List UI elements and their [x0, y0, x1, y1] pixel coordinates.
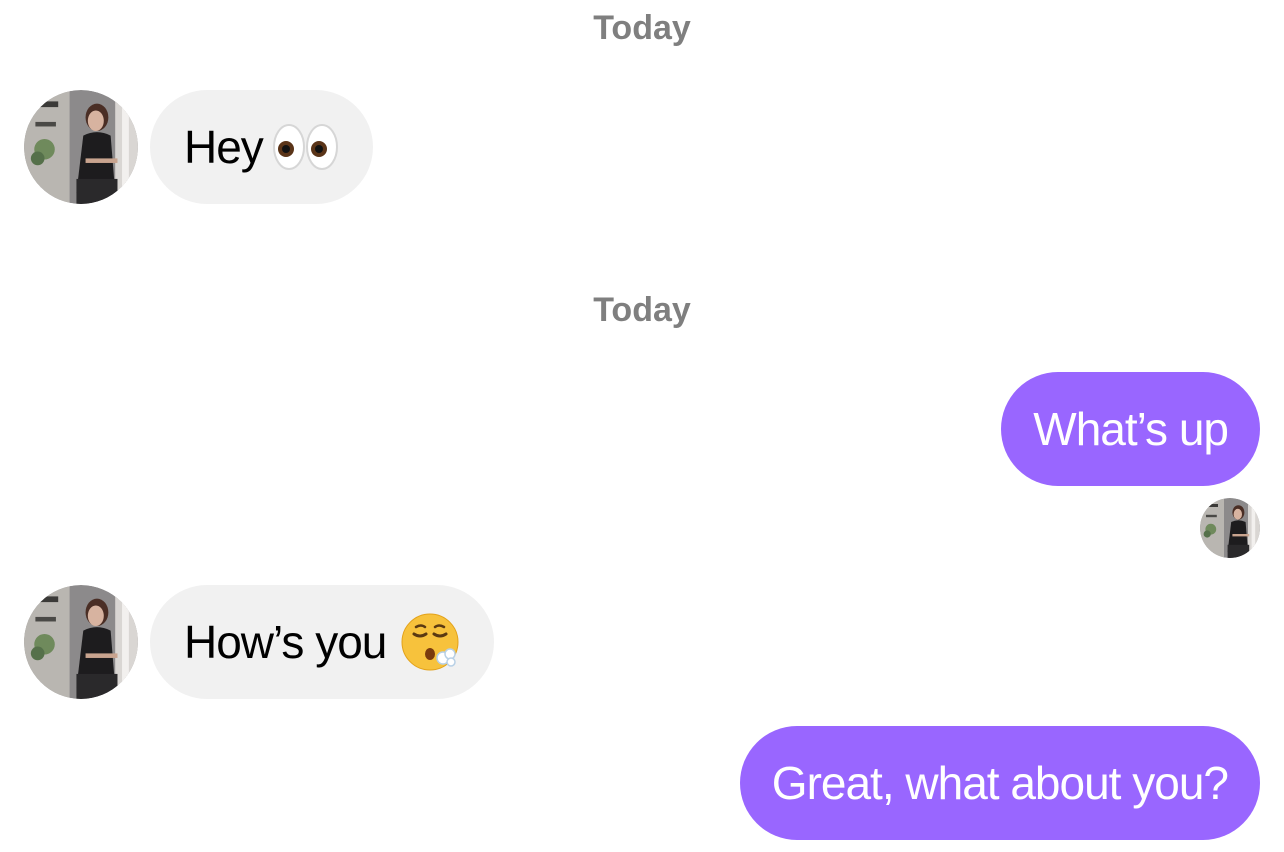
incoming-message-bubble[interactable]: Hey [150, 90, 373, 204]
message-text: Great, what about you? [771, 757, 1229, 809]
avatar-photo-icon [1200, 498, 1260, 558]
contact-avatar[interactable] [24, 585, 138, 699]
message-text: What’s up [1033, 403, 1229, 455]
outgoing-message-bubble[interactable]: Great, what about you? [739, 726, 1260, 840]
avatar-photo-icon [24, 90, 138, 204]
date-separator: Today [593, 9, 691, 47]
exhaling-face-icon [400, 612, 460, 672]
contact-avatar[interactable] [24, 90, 138, 204]
message-text: Hey [184, 121, 264, 173]
message-text: How’s you [184, 616, 387, 668]
date-separator: Today [593, 291, 691, 329]
outgoing-message-bubble[interactable]: What’s up [1001, 372, 1260, 486]
eyes-icon [272, 122, 339, 172]
avatar-photo-icon [24, 585, 138, 699]
read-receipt-avatar [1200, 498, 1260, 558]
incoming-message-bubble[interactable]: How’s you [150, 585, 495, 699]
